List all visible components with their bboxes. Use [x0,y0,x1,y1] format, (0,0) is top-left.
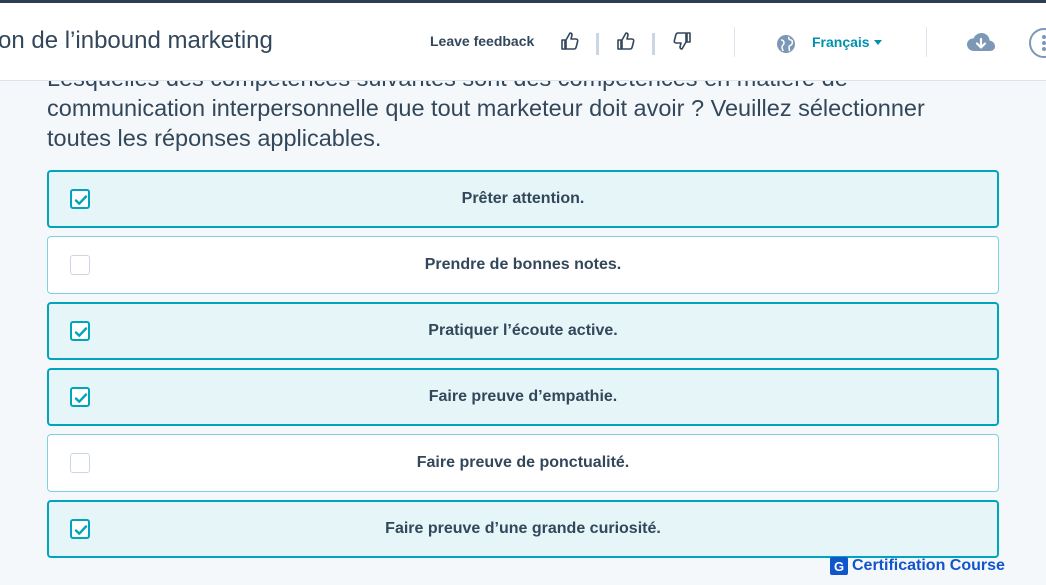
chevron-down-icon [873,39,882,45]
answer-option-label: Prendre de bonnes notes. [424,256,622,273]
answer-option-label: Faire preuve d’empathie. [428,388,618,405]
answer-option[interactable]: Faire preuve d’une grande curiosité. [47,500,999,558]
divider [734,27,735,57]
divider [926,27,927,57]
answer-option[interactable]: Faire preuve de ponctualité. [47,434,999,492]
watermark-text: Certification Course [852,557,1005,574]
leave-feedback-label: Leave feedback [430,33,535,49]
certification-course-watermark: G Certification Course [830,557,1005,575]
answer-option[interactable]: Prêter attention. [47,170,999,228]
thumbs-up-outline-icon[interactable] [559,30,581,52]
g-logo: G [830,557,848,575]
answer-option-label: Pratiquer l’écoute active. [428,322,618,339]
answer-option-label: Faire preuve de ponctualité. [416,454,630,471]
top-header: on de l’inbound marketing Leave feedback… [0,3,1046,81]
answer-option[interactable]: Prendre de bonnes notes. [47,236,999,294]
more-options-icon[interactable] [1029,28,1046,58]
thumbs-up-icon[interactable] [615,30,637,52]
course-title: on de l’inbound marketing [0,27,273,54]
answer-option[interactable]: Pratiquer l’écoute active. [47,302,999,360]
separator [652,33,655,55]
separator [596,33,599,55]
language-label: Français [812,34,870,50]
globe-icon [776,34,796,54]
language-dropdown[interactable]: Français [812,34,882,50]
thumbs-down-icon[interactable] [671,30,693,52]
cloud-download-icon[interactable] [966,31,996,55]
answer-option-label: Prêter attention. [461,190,585,207]
answer-option-label: Faire preuve d’une grande curiosité. [385,520,661,537]
answer-option[interactable]: Faire preuve d’empathie. [47,368,999,426]
